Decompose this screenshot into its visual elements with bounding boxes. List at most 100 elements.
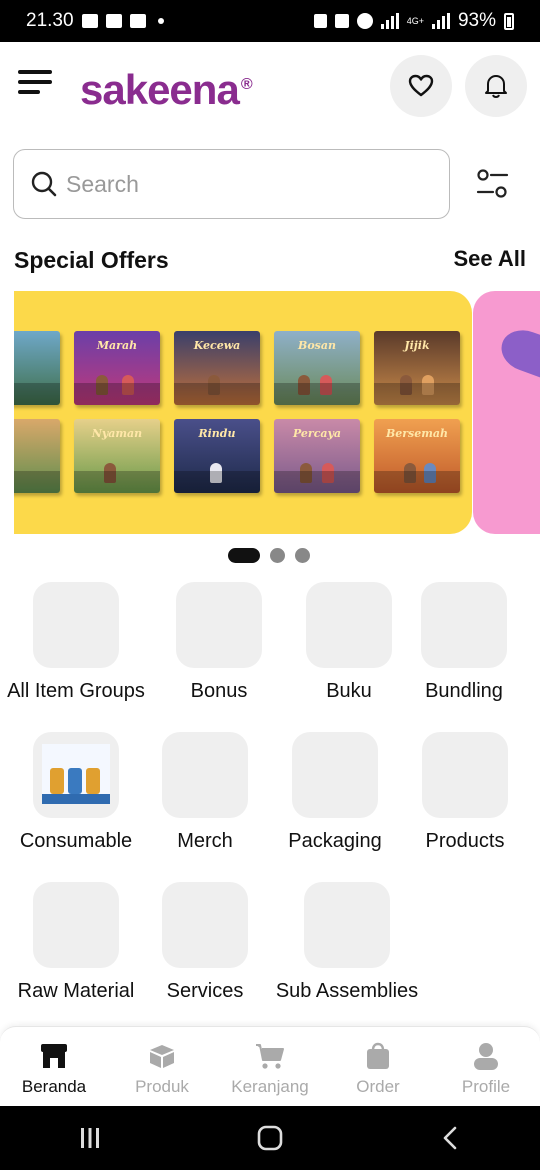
category-consumable[interactable]: Consumable [1,732,151,853]
system-navigation-bar [0,1106,540,1170]
category-label: Bundling [425,680,503,702]
nav-label: Produk [135,1077,189,1096]
category-label: Consumable [19,830,133,852]
book-cover: Percaya [274,419,360,493]
offer-banner[interactable]: Marah Kecewa Bosan Jijik Nyaman Rindu Pe… [14,291,472,534]
nav-profile[interactable]: Profile [432,1027,540,1106]
nav-label: Profile [461,1077,511,1096]
network-type: 4G+ [406,15,424,26]
category-tile [162,882,248,968]
brand-name: sakeena [80,66,240,113]
carousel-dot[interactable] [295,548,310,563]
search-box[interactable] [13,149,450,219]
bell-icon [485,75,507,99]
category-label: Products [425,830,505,852]
search-input[interactable] [66,170,406,198]
status-time: 21.30 [26,10,74,31]
see-all-link[interactable]: See All [453,246,526,272]
category-tile [33,732,119,818]
filter-button[interactable] [470,166,514,202]
app-header: sakeena ® [0,42,540,128]
consumable-product-image [42,744,110,804]
home-icon [257,1125,283,1151]
notifications-button[interactable] [465,55,527,117]
category-tile [421,582,507,668]
hotspot-icon [356,13,373,29]
user-icon [474,1043,498,1070]
bag-icon [367,1042,389,1069]
category-label: Raw Material [17,980,135,1002]
box-icon [150,1045,174,1068]
offer-banner-next[interactable] [473,291,540,534]
category-tile [33,582,119,668]
alarm-icon [313,14,327,28]
category-label: Packaging [288,830,382,852]
category-sub-assemblies[interactable]: Sub Assemblies [260,882,434,1003]
signal-icon-2 [431,13,450,29]
store-icon [41,1044,67,1068]
nav-label: Beranda [21,1077,87,1096]
category-bundling[interactable]: Bundling [389,582,539,703]
nav-keranjang[interactable]: Keranjang [216,1027,324,1106]
category-services[interactable]: Services [130,882,280,1003]
back-icon [443,1126,457,1150]
brand-logo: sakeena ® [80,66,253,114]
recents-icon [81,1128,99,1148]
carousel-dot-active[interactable] [228,548,260,563]
category-label: Sub Assemblies [275,980,419,1002]
book-cover: Jijik [374,331,460,405]
favorites-button[interactable] [390,55,452,117]
mute-icon [334,14,349,28]
category-tile [33,882,119,968]
category-merch[interactable]: Merch [130,732,280,853]
bottom-navigation: Beranda Produk Keranjang Order Profile [0,1026,540,1106]
battery-icon [504,12,514,30]
carousel-indicator [228,548,310,563]
heart-icon [408,74,434,97]
gallery-icon [81,14,98,28]
nav-produk[interactable]: Produk [108,1027,216,1106]
shop-icon [129,14,146,28]
category-tile [292,732,378,818]
cart-icon [256,1044,284,1069]
category-tile [176,582,262,668]
back-button[interactable] [430,1118,470,1158]
category-products[interactable]: Products [390,732,540,853]
filter-icon [476,169,509,198]
category-label: Services [166,980,244,1002]
category-bonus[interactable]: Bonus [144,582,294,703]
signal-icon [380,13,399,29]
category-tile [422,732,508,818]
nav-beranda[interactable]: Beranda [0,1027,108,1106]
category-raw-material[interactable]: Raw Material [1,882,151,1003]
book-cover: Bersemah [374,419,460,493]
menu-icon [18,70,52,74]
book-cover [14,419,60,493]
nav-label: Keranjang [231,1077,309,1096]
book-cover: Kecewa [174,331,260,405]
more-notifications-icon [157,18,164,24]
book-cover: Bosan [274,331,360,405]
carousel-dot[interactable] [270,548,285,563]
category-label: All Item Groups [7,680,145,702]
nav-label: Order [356,1077,400,1096]
category-all-item-groups[interactable]: All Item Groups [1,582,151,703]
recents-button[interactable] [70,1118,110,1158]
home-button[interactable] [250,1118,290,1158]
category-label: Bonus [190,680,248,702]
category-packaging[interactable]: Packaging [260,732,410,853]
search-icon [31,171,57,197]
category-tile [304,882,390,968]
book-cover: Marah [74,331,160,405]
category-tile [162,732,248,818]
nav-order[interactable]: Order [324,1027,432,1106]
book-cover: Rindu [174,419,260,493]
category-tile [306,582,392,668]
battery-percent: 93% [457,10,496,31]
category-label: Merch [177,830,233,852]
brand-mark: ® [240,76,253,93]
book-cover [14,331,60,405]
book-cover: Nyaman [74,419,160,493]
message-icon [105,14,122,28]
menu-button[interactable] [18,70,52,100]
